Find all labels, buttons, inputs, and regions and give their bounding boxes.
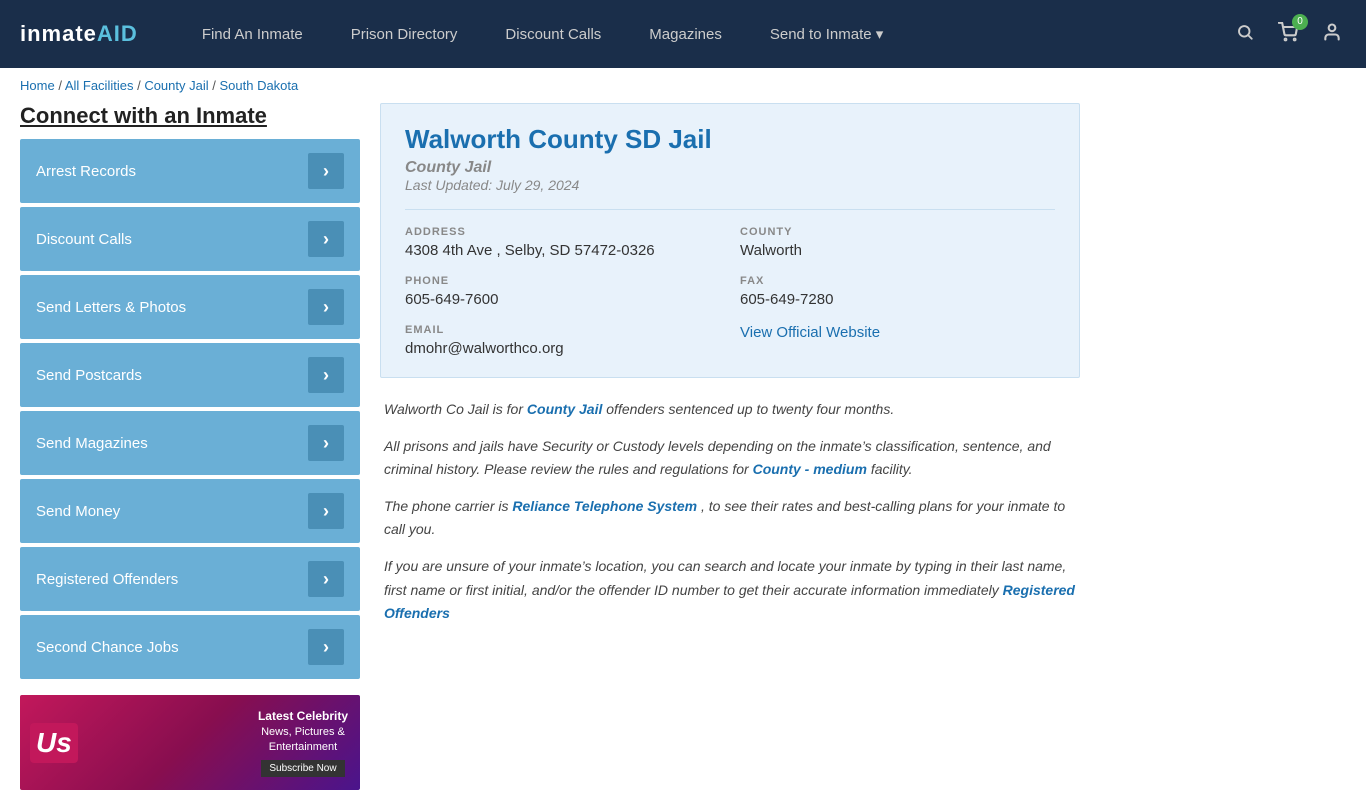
breadcrumb-all-facilities[interactable]: All Facilities [65, 78, 134, 93]
facility-info-grid: ADDRESS 4308 4th Ave , Selby, SD 57472-0… [405, 209, 1055, 357]
sidebar-menu: Arrest Records › Discount Calls › Send L… [20, 139, 360, 679]
ad-text: Latest Celebrity News, Pictures & Entert… [246, 700, 360, 785]
ad-logo: Us [30, 723, 78, 763]
breadcrumb-home[interactable]: Home [20, 78, 55, 93]
ad-banner: Us Latest Celebrity News, Pictures & Ent… [20, 695, 360, 790]
sidebar-title: Connect with an Inmate [20, 103, 360, 129]
desc2-before: All prisons and jails have Security or C… [384, 438, 1051, 477]
ad-line3: Entertainment [258, 740, 348, 755]
nav-find-inmate[interactable]: Find An Inmate [178, 0, 327, 68]
address-label: ADDRESS [405, 226, 720, 238]
desc4-before: If you are unsure of your inmate’s locat… [384, 558, 1066, 597]
main-container: Connect with an Inmate Arrest Records › … [0, 103, 1100, 810]
county-label: COUNTY [740, 226, 1055, 238]
desc3-before: The phone carrier is [384, 498, 512, 514]
breadcrumb-south-dakota[interactable]: South Dakota [219, 78, 298, 93]
navbar: inmateAID Find An Inmate Prison Director… [0, 0, 1366, 68]
county-value: Walworth [740, 242, 1055, 259]
search-icon [1236, 23, 1254, 41]
arrow-icon: › [308, 221, 344, 257]
content-area: Walworth County SD Jail County Jail Last… [380, 103, 1080, 790]
sidebar-item-discount-calls[interactable]: Discount Calls › [20, 207, 360, 271]
ad-title: Latest Celebrity [258, 708, 348, 725]
sidebar: Connect with an Inmate Arrest Records › … [20, 103, 360, 790]
nav-discount-calls[interactable]: Discount Calls [481, 0, 625, 68]
nav-magazines[interactable]: Magazines [625, 0, 746, 68]
breadcrumb-county-jail[interactable]: County Jail [144, 78, 208, 93]
fax-value: 605-649-7280 [740, 291, 1055, 308]
user-button[interactable] [1318, 18, 1346, 51]
nav-send-to-inmate[interactable]: Send to Inmate ▾ [746, 0, 907, 68]
nav-prison-directory[interactable]: Prison Directory [327, 0, 482, 68]
user-icon [1322, 22, 1342, 42]
phone-value: 605-649-7600 [405, 291, 720, 308]
county-block: COUNTY Walworth [740, 226, 1055, 259]
ad-subscribe-button[interactable]: Subscribe Now [261, 760, 344, 777]
desc1-before: Walworth Co Jail is for [384, 401, 527, 417]
county-medium-link[interactable]: County - medium [753, 461, 867, 477]
logo[interactable]: inmateAID [20, 21, 138, 47]
phone-block: PHONE 605-649-7600 [405, 275, 720, 308]
facility-updated: Last Updated: July 29, 2024 [405, 177, 1055, 193]
arrow-icon: › [308, 629, 344, 665]
phone-label: PHONE [405, 275, 720, 287]
facility-type: County Jail [405, 159, 1055, 177]
cart-button[interactable]: 0 [1274, 18, 1302, 51]
desc1-after: offenders sentenced up to twenty four mo… [606, 401, 894, 417]
email-label: EMAIL [405, 324, 720, 336]
cart-badge: 0 [1292, 14, 1308, 30]
desc-paragraph-2: All prisons and jails have Security or C… [384, 435, 1076, 481]
county-jail-link[interactable]: County Jail [527, 401, 602, 417]
facility-name: Walworth County SD Jail [405, 124, 1055, 155]
sidebar-item-send-letters[interactable]: Send Letters & Photos › [20, 275, 360, 339]
desc-paragraph-1: Walworth Co Jail is for County Jail offe… [384, 398, 1076, 421]
sidebar-item-arrest-records[interactable]: Arrest Records › [20, 139, 360, 203]
email-block: EMAIL dmohr@walworthco.org [405, 324, 720, 357]
sidebar-item-second-chance-jobs[interactable]: Second Chance Jobs › [20, 615, 360, 679]
arrow-icon: › [308, 289, 344, 325]
desc-paragraph-3: The phone carrier is Reliance Telephone … [384, 495, 1076, 541]
view-official-website-link[interactable]: View Official Website [740, 324, 880, 341]
facility-card: Walworth County SD Jail County Jail Last… [380, 103, 1080, 378]
sidebar-item-send-magazines[interactable]: Send Magazines › [20, 411, 360, 475]
sidebar-item-send-postcards[interactable]: Send Postcards › [20, 343, 360, 407]
desc-paragraph-4: If you are unsure of your inmate’s locat… [384, 555, 1076, 624]
nav-icons: 0 [1232, 18, 1346, 51]
reliance-telephone-link[interactable]: Reliance Telephone System [512, 498, 697, 514]
facility-description: Walworth Co Jail is for County Jail offe… [380, 398, 1080, 625]
breadcrumb: Home / All Facilities / County Jail / So… [0, 68, 1366, 103]
fax-block: FAX 605-649-7280 [740, 275, 1055, 308]
desc2-after: facility. [871, 461, 913, 477]
search-button[interactable] [1232, 19, 1258, 50]
arrow-icon: › [308, 425, 344, 461]
website-block: View Official Website [740, 324, 1055, 357]
logo-text: inmateAID [20, 21, 138, 46]
arrow-icon: › [308, 153, 344, 189]
sidebar-item-registered-offenders[interactable]: Registered Offenders › [20, 547, 360, 611]
sidebar-item-send-money[interactable]: Send Money › [20, 479, 360, 543]
ad-line2: News, Pictures & [258, 725, 348, 740]
address-block: ADDRESS 4308 4th Ave , Selby, SD 57472-0… [405, 226, 720, 259]
email-value: dmohr@walworthco.org [405, 340, 720, 357]
arrow-icon: › [308, 493, 344, 529]
fax-label: FAX [740, 275, 1055, 287]
arrow-icon: › [308, 561, 344, 597]
address-value: 4308 4th Ave , Selby, SD 57472-0326 [405, 242, 720, 259]
nav-links: Find An Inmate Prison Directory Discount… [178, 0, 1232, 68]
arrow-icon: › [308, 357, 344, 393]
